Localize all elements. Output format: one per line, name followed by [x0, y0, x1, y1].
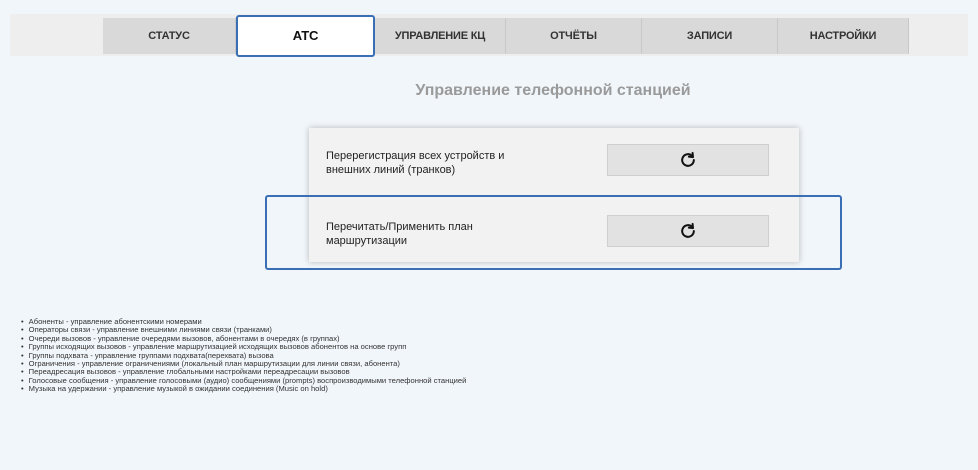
- tab-reports[interactable]: ОТЧЁТЫ: [506, 18, 642, 54]
- tab-ats[interactable]: АТС: [236, 15, 375, 57]
- reregister-button[interactable]: [607, 144, 769, 176]
- reregister-label: Перерегистрация всех устройств и внешних…: [326, 150, 505, 176]
- tab-settings[interactable]: НАСТРОЙКИ: [778, 18, 909, 54]
- page-title: Управление телефонной станцией: [415, 82, 691, 99]
- list-item: Музыка на удержании - управление музыкой…: [29, 384, 466, 393]
- tab-status[interactable]: СТАТУС: [103, 18, 236, 54]
- tab-call-center[interactable]: УПРАВЛЕНИЕ КЦ: [375, 18, 506, 54]
- reload-icon: [681, 151, 695, 167]
- tab-records[interactable]: ЗАПИСИ: [642, 18, 778, 54]
- highlight-frame: [265, 195, 842, 270]
- top-nav: СТАТУС АТС УПРАВЛЕНИЕ КЦ ОТЧЁТЫ ЗАПИСИ Н…: [103, 15, 909, 57]
- help-list: Абоненты - управление абонентскими номер…: [20, 317, 467, 394]
